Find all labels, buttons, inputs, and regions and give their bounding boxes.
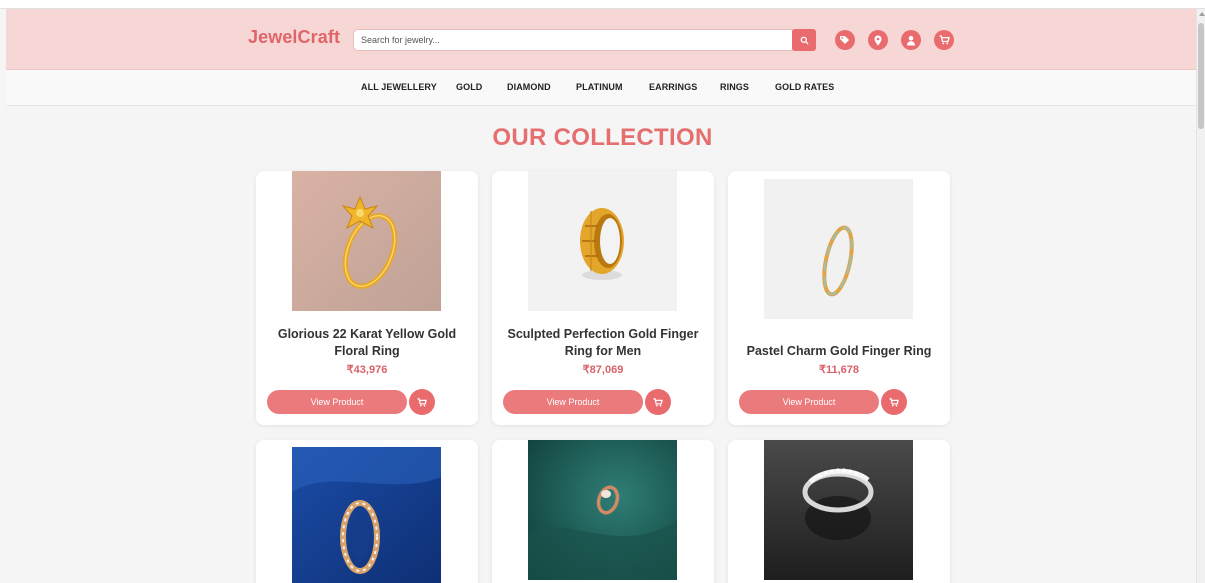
- add-to-cart-button[interactable]: [409, 389, 435, 415]
- product-image-pastel-ring[interactable]: [764, 179, 913, 319]
- nav-item-platinum[interactable]: PLATINUM: [576, 82, 623, 92]
- cart-icon: [653, 397, 663, 406]
- search-box: [353, 29, 793, 51]
- main-nav: ALL JEWELLERY GOLD DIAMOND PLATINUM EARR…: [6, 70, 1196, 106]
- view-product-button[interactable]: View Product: [503, 390, 643, 414]
- product-image-teal-ring[interactable]: [528, 440, 677, 580]
- cart-button[interactable]: [934, 30, 954, 50]
- add-to-cart-button[interactable]: [645, 389, 671, 415]
- product-card: [492, 440, 714, 583]
- product-name[interactable]: Pastel Charm Gold Finger Ring: [738, 343, 940, 360]
- nav-item-gold-rates[interactable]: GOLD RATES: [775, 82, 834, 92]
- account-button[interactable]: [901, 30, 921, 50]
- product-card: Sculpted Perfection Gold Finger Ring for…: [492, 171, 714, 425]
- product-image-sculpted-ring[interactable]: [528, 171, 677, 311]
- product-card: Glorious 22 Karat Yellow Gold Floral Rin…: [256, 171, 478, 425]
- product-image-blue-ring[interactable]: [292, 447, 441, 583]
- nav-item-rings[interactable]: RINGS: [720, 82, 749, 92]
- product-price: ₹11,678: [818, 364, 860, 376]
- nav-item-gold[interactable]: GOLD: [456, 82, 482, 92]
- product-card: [728, 440, 950, 583]
- nav-item-diamond[interactable]: DIAMOND: [507, 82, 551, 92]
- nav-item-earrings[interactable]: EARRINGS: [649, 82, 697, 92]
- product-image-silver-ring[interactable]: [764, 440, 913, 580]
- scroll-up-arrow-icon[interactable]: [1199, 12, 1205, 16]
- site-logo[interactable]: JewelCraft: [248, 27, 340, 48]
- user-icon: [907, 35, 915, 45]
- offers-button[interactable]: [835, 30, 855, 50]
- page-scrollbar[interactable]: [1196, 9, 1205, 583]
- view-product-button[interactable]: View Product: [267, 390, 407, 414]
- search-input[interactable]: [354, 30, 792, 50]
- search-icon: [800, 36, 809, 45]
- product-card: Pastel Charm Gold Finger Ring ₹11,678 Vi…: [728, 171, 950, 425]
- product-name[interactable]: Glorious 22 Karat Yellow Gold Floral Rin…: [266, 326, 468, 360]
- store-locator-button[interactable]: [868, 30, 888, 50]
- cart-icon: [417, 397, 427, 406]
- product-name[interactable]: Sculpted Perfection Gold Finger Ring for…: [502, 326, 704, 360]
- site-header: JewelCraft: [6, 9, 1196, 70]
- tag-icon: [840, 36, 849, 44]
- add-to-cart-button[interactable]: [881, 389, 907, 415]
- product-price: ₹43,976: [346, 364, 388, 376]
- section-title: OUR COLLECTION: [492, 124, 713, 151]
- nav-item-all-jewellery[interactable]: ALL JEWELLERY: [361, 82, 437, 92]
- browser-top-strip: [0, 0, 1205, 9]
- cart-icon: [889, 397, 899, 406]
- product-image-floral-ring[interactable]: [292, 171, 441, 311]
- scroll-thumb[interactable]: [1198, 23, 1204, 129]
- cart-icon: [939, 35, 950, 45]
- product-card: [256, 440, 478, 583]
- location-pin-icon: [874, 35, 882, 45]
- view-product-button[interactable]: View Product: [739, 390, 879, 414]
- search-button[interactable]: [792, 29, 816, 51]
- product-price: ₹87,069: [582, 364, 624, 376]
